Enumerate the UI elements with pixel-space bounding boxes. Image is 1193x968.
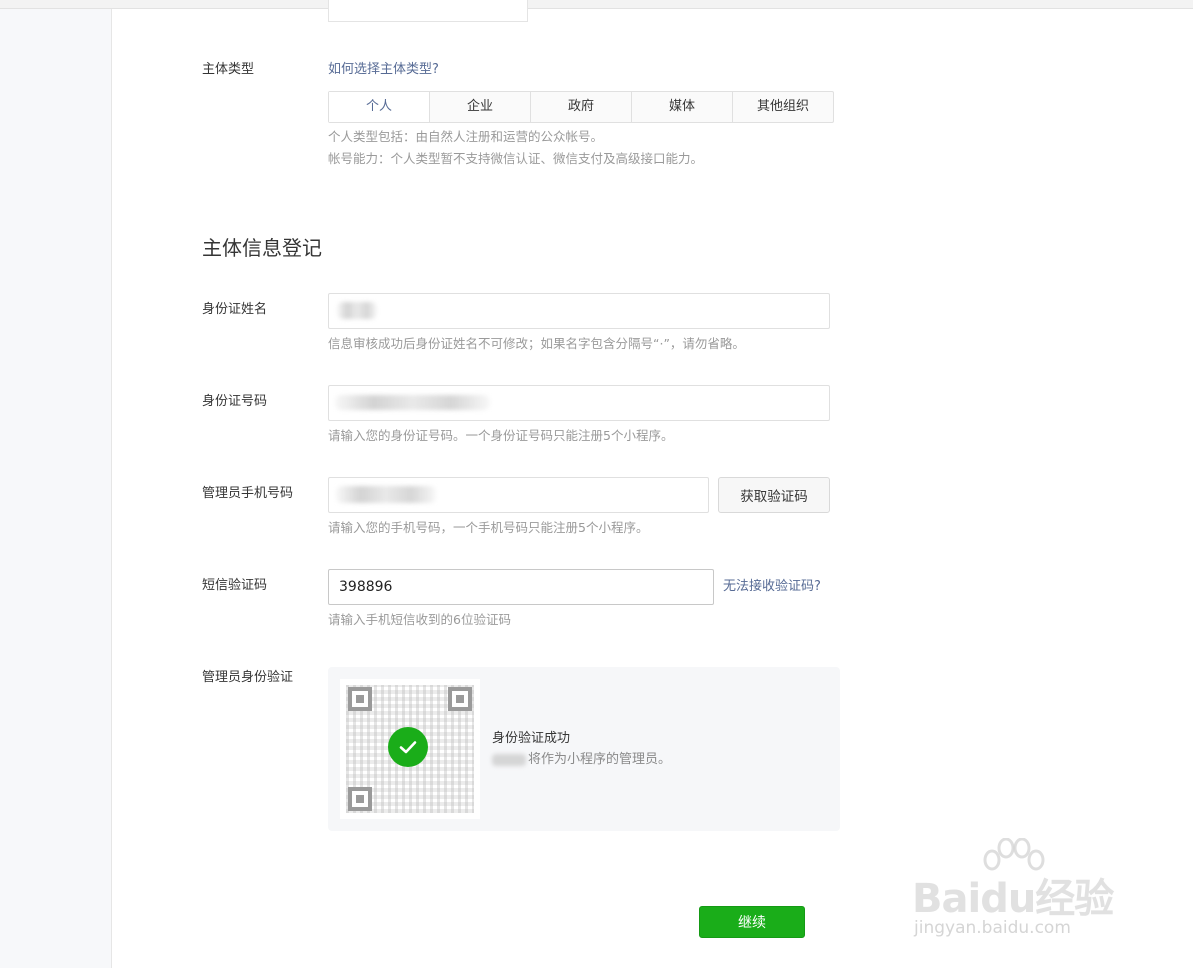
previous-field-input[interactable]: [328, 0, 528, 22]
subject-type-tip: 个人类型包括：由自然人注册和运营的公众帐号。: [328, 129, 604, 144]
subject-type-help-link[interactable]: 如何选择主体类型?: [328, 61, 439, 79]
redacted-admin-name-mask: [492, 753, 526, 766]
browser-top-strip: [0, 0, 1193, 9]
qr-code: [340, 679, 480, 819]
sms-code-label: 短信验证码: [202, 578, 268, 593]
sms-code-input[interactable]: [328, 569, 714, 605]
id-name-tip: 信息审核成功后身份证姓名不可修改；如果名字包含分隔号“·”，请勿省略。: [328, 336, 745, 351]
subject-type-option-enterprise[interactable]: 企业: [430, 92, 531, 122]
id-name-label: 身份证姓名: [202, 302, 268, 317]
sidebar: [0, 9, 112, 968]
admin-verify-panel: 身份验证成功 将作为小程序的管理员。: [328, 667, 840, 831]
subject-type-selector: 个人 企业 政府 媒体 其他组织: [328, 91, 834, 123]
id-number-tip: 请输入您的身份证号码。一个身份证号码只能注册5个小程序。: [328, 428, 674, 443]
continue-button[interactable]: 继续: [699, 906, 805, 938]
account-capability-tip: 帐号能力：个人类型暂不支持微信认证、微信支付及高级接口能力。: [328, 151, 704, 166]
success-check-icon: [388, 727, 428, 767]
admin-phone-label: 管理员手机号码: [202, 486, 294, 501]
subject-type-option-media[interactable]: 媒体: [632, 92, 733, 122]
sms-code-tip: 请输入手机短信收到的6位验证码: [328, 612, 511, 627]
id-number-label: 身份证号码: [202, 394, 268, 409]
subject-type-option-other[interactable]: 其他组织: [733, 92, 833, 122]
admin-verify-label: 管理员身份验证: [202, 670, 294, 685]
cannot-receive-code-link[interactable]: 无法接收验证码?: [723, 578, 821, 596]
subject-type-option-individual[interactable]: 个人: [329, 92, 430, 122]
admin-phone-tip: 请输入您的手机号码，一个手机号码只能注册5个小程序。: [328, 520, 649, 535]
redacted-id-mask: [335, 395, 490, 410]
verify-status-desc: 将作为小程序的管理员。: [492, 751, 671, 769]
subject-type-option-government[interactable]: 政府: [531, 92, 632, 122]
redacted-phone-mask: [336, 486, 436, 503]
redacted-name-mask: [337, 302, 377, 319]
verify-status-title: 身份验证成功: [492, 731, 571, 746]
section-title: 主体信息登记: [202, 236, 322, 260]
get-code-button[interactable]: 获取验证码: [718, 477, 830, 513]
subject-type-label: 主体类型: [202, 62, 255, 77]
id-name-input[interactable]: [328, 293, 830, 329]
